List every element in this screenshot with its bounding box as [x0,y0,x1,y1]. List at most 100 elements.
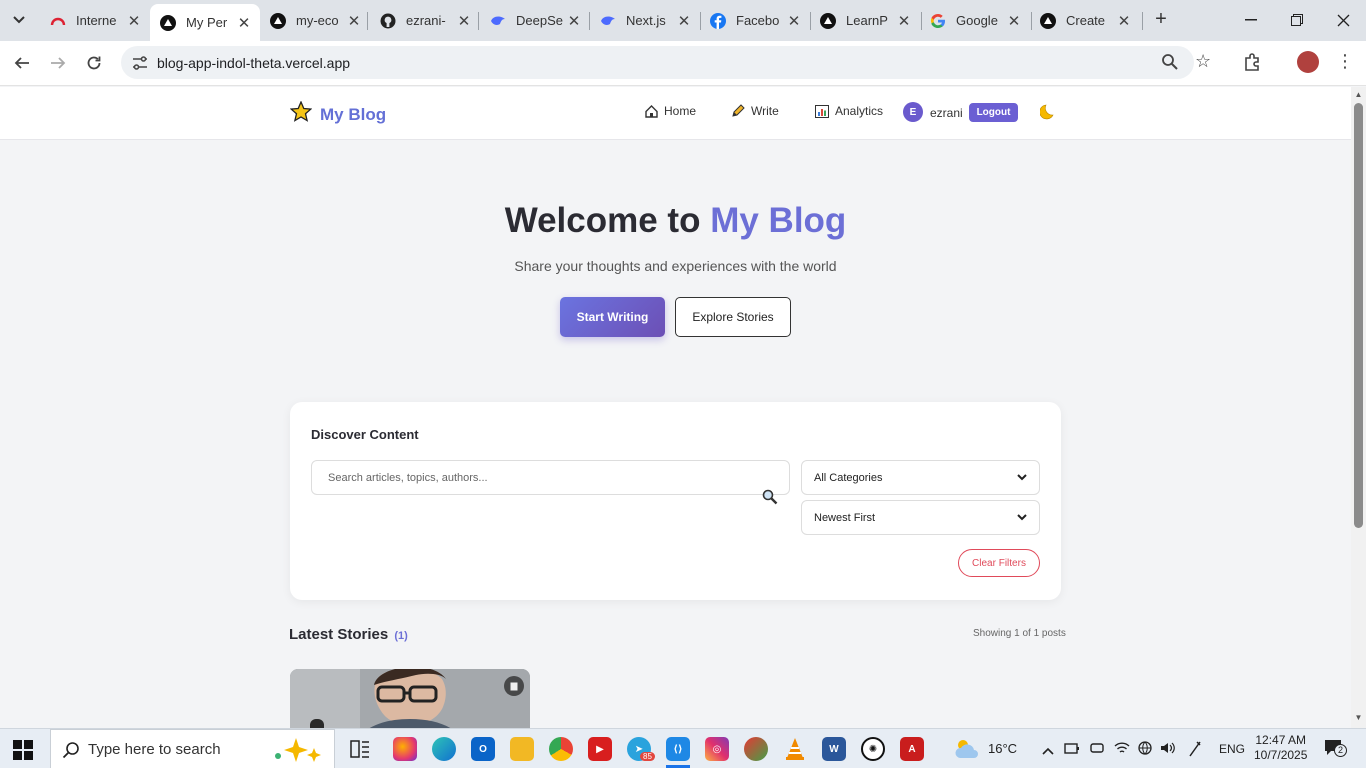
instagram-icon[interactable]: ◎ [705,737,729,761]
search-input[interactable] [311,460,790,495]
clear-filters-button[interactable]: Clear Filters [958,549,1040,577]
brand-logo[interactable]: My Blog [289,100,387,128]
system-clock[interactable]: 12:47 AM 10/7/2025 [1254,733,1307,763]
clock-date: 10/7/2025 [1254,748,1308,762]
close-tab-icon[interactable]: ✕ [896,12,912,30]
taskbar-search-box[interactable]: Type here to search [50,729,335,768]
nav-home[interactable]: Home [645,104,696,118]
minimize-icon[interactable] [1228,0,1274,40]
network-globe-icon[interactable] [1137,741,1153,760]
chrome-icon[interactable] [549,737,573,761]
close-tab-icon[interactable]: ✕ [126,12,142,30]
page-scrollbar[interactable]: ▲ ▼ [1351,87,1366,728]
nav-analytics-label: Analytics [835,104,884,118]
chevron-up-icon[interactable] [1042,742,1054,760]
address-bar[interactable]: blog-app-indol-theta.vercel.app ☆ [121,46,1211,79]
sort-select[interactable]: Newest First [801,500,1040,535]
acrobat-icon[interactable]: A [900,737,924,761]
zoom-magnifier-icon[interactable] [1161,53,1179,76]
new-tab-plus-icon[interactable]: + [1150,8,1172,32]
bookmark-star-icon[interactable]: ☆ [1195,51,1211,72]
brand-title: My Blog [320,104,387,124]
user-avatar[interactable]: E [903,102,923,122]
hero-title: Welcome to My Blog [0,201,1351,241]
chevron-down-icon [1017,512,1027,524]
file-explorer-icon[interactable] [510,737,534,761]
google-icon [930,13,946,29]
close-window-icon[interactable] [1320,0,1366,40]
back-arrow-icon[interactable] [8,49,36,77]
close-tab-icon[interactable]: ✕ [346,12,362,30]
extensions-puzzle-icon[interactable] [1243,52,1263,77]
weather-cloud-icon[interactable] [954,738,980,765]
app-icon[interactable] [744,737,768,761]
forward-arrow-icon[interactable] [44,49,72,77]
browser-tab[interactable]: my-eco ✕ [260,4,370,37]
browser-tab[interactable]: Facebo ✕ [700,4,810,37]
nav-analytics[interactable]: Analytics [815,104,883,118]
browser-tab[interactable]: Google ✕ [920,4,1030,37]
scroll-down-arrow-icon[interactable]: ▼ [1354,714,1363,722]
browser-tab[interactable]: Create ✕ [1030,4,1140,37]
pen-icon[interactable] [1187,740,1203,763]
sparkle-star-icon [289,100,313,128]
scroll-thumb[interactable] [1354,103,1363,528]
device-icon[interactable] [1090,741,1104,760]
vlc-icon[interactable] [783,737,807,761]
hero-title-prefix: Welcome to [504,201,701,240]
sparkle-highlight-icon [266,736,326,768]
browser-tab[interactable]: Interne ✕ [40,4,150,37]
close-tab-icon[interactable]: ✕ [786,12,802,30]
browser-tab[interactable]: Next.js ✕ [590,4,700,37]
browser-tab[interactable]: DeepSe ✕ [480,4,590,37]
browser-tab[interactable]: LearnP ✕ [810,4,920,37]
edge-icon[interactable] [432,737,456,761]
vscode-icon[interactable]: ⟨⟩ [666,737,690,761]
close-tab-icon[interactable]: ✕ [1116,12,1132,30]
bookmark-badge-icon[interactable] [504,676,524,696]
tab-label: Next.js [626,13,666,28]
tab-separator [589,12,590,30]
category-select[interactable]: All Categories [801,460,1040,495]
task-view-icon[interactable] [350,740,370,763]
word-icon[interactable]: W [822,737,846,761]
explore-stories-button[interactable]: Explore Stories [675,297,791,337]
browser-menu-icon[interactable]: ⋮ [1336,52,1354,70]
nav-write[interactable]: Write [731,104,779,118]
battery-icon[interactable] [1064,741,1080,760]
site-settings-icon[interactable] [129,52,151,74]
scroll-up-arrow-icon[interactable]: ▲ [1354,91,1363,99]
hero-subtitle: Share your thoughts and experiences with… [514,258,837,274]
windows-start-icon[interactable] [12,739,34,766]
tab-search-chevron-icon[interactable] [6,8,32,32]
wifi-icon[interactable] [1114,741,1130,760]
close-tab-icon[interactable]: ✕ [566,12,582,30]
outlook-icon[interactable]: O [471,737,495,761]
tab-separator [367,12,368,30]
story-card-image[interactable] [290,669,530,728]
telegram-badge: 85 [640,752,655,761]
logout-button[interactable]: Logout [969,103,1018,122]
close-tab-icon[interactable]: ✕ [676,12,692,30]
tab-separator [1142,12,1143,30]
speaker-icon[interactable] [1160,741,1176,760]
dark-mode-moon-icon[interactable] [1039,104,1056,125]
chatgpt-icon[interactable]: ✺ [861,737,885,761]
firefox-icon[interactable] [393,737,417,761]
profile-avatar[interactable] [1297,51,1319,73]
close-tab-icon[interactable]: ✕ [236,14,252,32]
notification-center-icon[interactable]: 2 [1324,739,1347,757]
house-icon [645,104,658,118]
browser-tab-active[interactable]: My Per ✕ [150,4,260,41]
tab-label: My Per [186,15,228,30]
github-icon [380,13,396,29]
reload-icon[interactable] [80,49,108,77]
restore-icon[interactable] [1274,0,1320,40]
language-indicator[interactable]: ENG [1219,742,1245,756]
tab-label: LearnP [846,13,888,28]
close-tab-icon[interactable]: ✕ [456,12,472,30]
video-app-icon[interactable]: ▶ [588,737,612,761]
close-tab-icon[interactable]: ✕ [1006,12,1022,30]
browser-tab[interactable]: ezrani- ✕ [370,4,480,37]
start-writing-button[interactable]: Start Writing [560,297,665,337]
